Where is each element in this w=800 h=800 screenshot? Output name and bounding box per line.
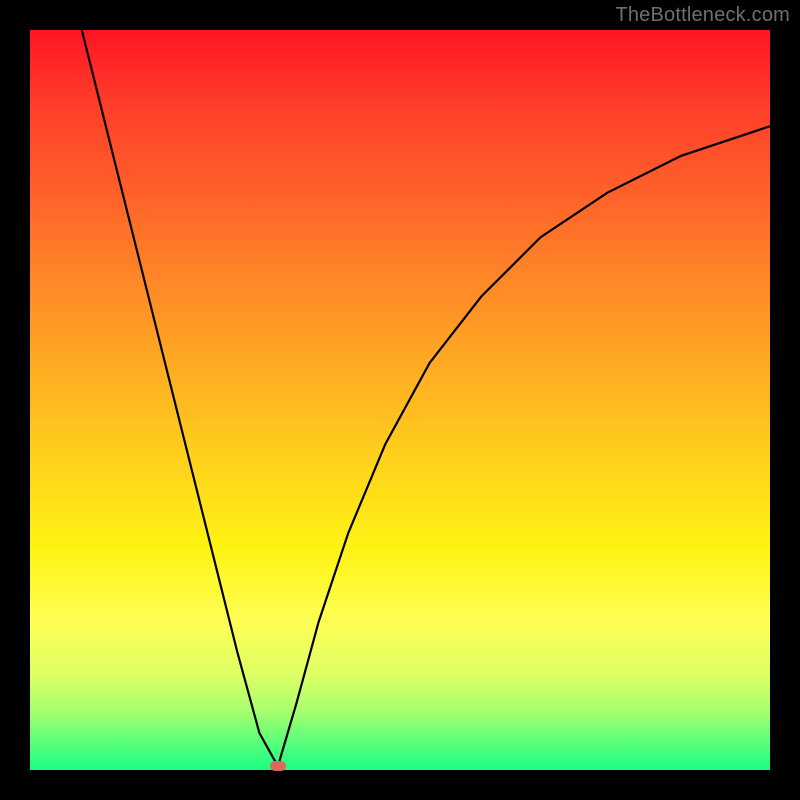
chart-frame: TheBottleneck.com: [0, 0, 800, 800]
minimum-marker: [270, 761, 286, 771]
plot-area: [30, 30, 770, 770]
bottleneck-curve: [30, 30, 770, 770]
watermark-text: TheBottleneck.com: [615, 4, 790, 27]
curve-left-branch: [82, 30, 278, 766]
curve-right-branch: [278, 126, 770, 766]
